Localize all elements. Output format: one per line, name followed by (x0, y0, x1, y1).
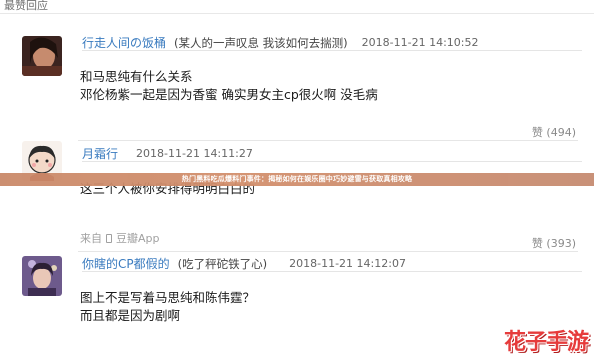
comment-time: 2018-11-21 14:11:27 (136, 146, 253, 160)
avatar[interactable] (22, 256, 62, 296)
source-prefix: 来自 (80, 232, 102, 245)
like-button[interactable]: 赞 (393) (532, 235, 576, 251)
comment-meta: 你瞎的CP都假的 (吃了秤砣铁了心) 2018-11-21 14:12:07 (82, 256, 582, 272)
header-divider (0, 13, 594, 14)
like-button[interactable]: 赞 (494) (532, 124, 576, 140)
site-watermark-logo: 花子手游 (504, 329, 589, 355)
section-header: 最赞回应 (4, 0, 48, 12)
comment-body: 图上不是写着马思纯和陈伟霆？ 而且都是因为剧啊 (80, 289, 255, 325)
comment-meta: 行走人间の饭桶 (某人的一声叹息 我该如何去揣测) 2018-11-21 14:… (82, 35, 582, 51)
avatar[interactable] (22, 36, 62, 76)
comment-divider (78, 140, 578, 141)
comment-body: 和马思纯有什么关系 邓伦杨紫一起是因为香蜜 确实男女主cp很火啊 没毛病 (80, 68, 378, 104)
username-link[interactable]: 你瞎的CP都假的 (82, 257, 170, 271)
promo-banner[interactable]: 热门黑料吃瓜爆料门事件：揭秘如何在娱乐圈中巧妙避雷与获取真相攻略 (0, 173, 594, 186)
comment-time: 2018-11-21 14:10:52 (361, 35, 479, 49)
username-link[interactable]: 月霜行 (82, 147, 118, 161)
comment-line: 图上不是写着马思纯和陈伟霆？ (80, 290, 256, 305)
comment-line: 和马思纯有什么关系 (80, 69, 193, 84)
username-link[interactable]: 行走人间の饭桶 (82, 36, 166, 50)
user-signature: (吃了秤砣铁了心) (177, 256, 268, 271)
comment-divider (78, 251, 578, 252)
comment-line: 邓伦杨紫一起是因为香蜜 确实男女主cp很火啊 没毛病 (80, 87, 378, 102)
phone-icon (106, 233, 112, 243)
comment-meta: 月霜行 2018-11-21 14:11:27 (82, 146, 582, 162)
source-app-link[interactable]: 豆瓣App (116, 230, 160, 246)
comment-source: 来自 豆瓣App (80, 230, 160, 246)
comment-time: 2018-11-21 14:12:07 (289, 256, 406, 270)
user-signature: (某人的一声叹息 我该如何去揣测) (174, 35, 348, 50)
comment-line: 而且都是因为剧啊 (80, 308, 181, 323)
